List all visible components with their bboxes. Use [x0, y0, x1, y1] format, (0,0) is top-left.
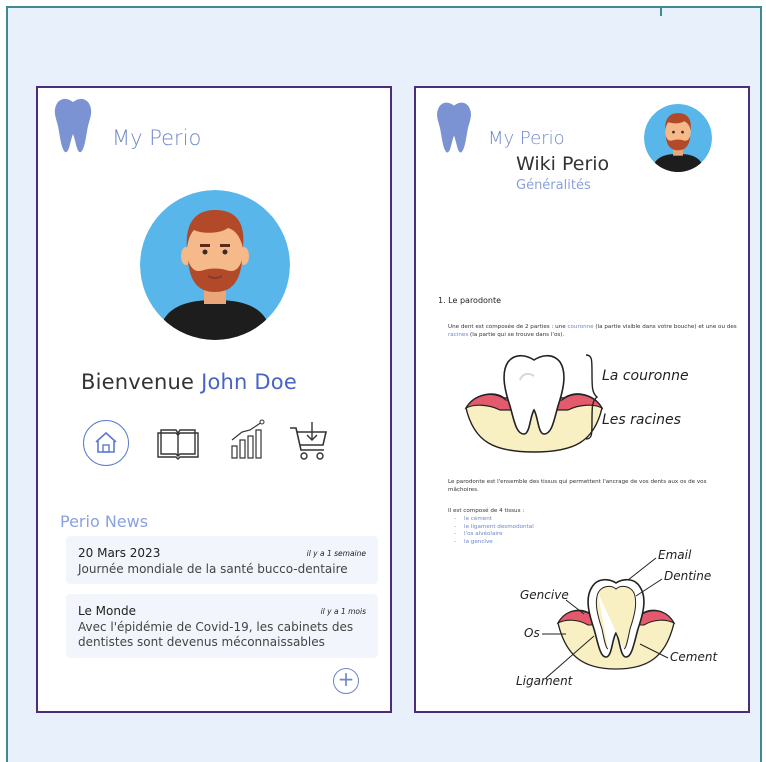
tissue-link[interactable]: le ligament desmodontal: [464, 524, 534, 532]
user-avatar[interactable]: [644, 104, 712, 172]
roots-label: Les racines: [602, 412, 681, 428]
news-headline: Avec l'épidémie de Covid-19, les cabinet…: [78, 620, 368, 650]
roots-link[interactable]: racines: [448, 332, 468, 338]
tooth-logo-icon: [437, 102, 471, 153]
intro-text: (la partie visible dans votre bouche) et…: [593, 324, 737, 330]
book-icon: [157, 429, 199, 460]
welcome-prefix: Bienvenue: [81, 370, 195, 394]
tissues-intro: Il est composé de 4 tissus :: [448, 508, 525, 514]
add-news-button[interactable]: +: [333, 668, 359, 694]
news-card[interactable]: Le Monde il y a 1 mois Avec l'épidémie d…: [66, 594, 378, 658]
news-headline-line: dentistes sont devenus méconnaissables: [78, 635, 325, 649]
tooth-anatomy-diagram: [556, 578, 676, 670]
news-time: il y a 1 mois: [320, 607, 366, 616]
chart-icon: [231, 419, 265, 459]
brand-title: My Perio: [488, 128, 565, 149]
cart-download-icon: [290, 422, 328, 460]
news-card[interactable]: 20 Mars 2023 il y a 1 semaine Journée mo…: [66, 536, 378, 584]
intro-text: Une dent est composée de 2 parties : une: [448, 324, 568, 330]
news-section-title: Perio News: [60, 512, 149, 531]
tissue-list: le cément le ligament desmodontal l'os a…: [464, 516, 534, 547]
home-icon: [95, 431, 117, 453]
wiki-screen: My Perio Wiki Perio Généralités 1. Le pa…: [414, 86, 750, 713]
news-headline-line: Avec l'épidémie de Covid-19, les cabinet…: [78, 620, 354, 634]
crown-link[interactable]: couronne: [567, 324, 593, 330]
intro-text: (la partie qui se trouve dans l'os).: [468, 332, 565, 338]
tissue-link[interactable]: l'os alvéolaire: [464, 531, 534, 539]
ligament-label: Ligament: [516, 674, 573, 688]
os-label: Os: [524, 626, 540, 640]
brand-title: My Perio: [112, 126, 202, 150]
user-avatar[interactable]: [140, 190, 290, 340]
dentine-label: Dentine: [664, 569, 712, 583]
section-heading: 1. Le parodonte: [438, 296, 502, 305]
news-time: il y a 1 semaine: [306, 549, 366, 558]
nav-home-button[interactable]: [83, 420, 129, 466]
tooth-diagram: [464, 354, 604, 453]
cement-label: Cement: [670, 650, 718, 664]
parodonte-paragraph: Le parodonte est l'ensemble des tissus q…: [448, 479, 707, 493]
nav-shop-button[interactable]: [288, 418, 334, 464]
frame-notch: [660, 8, 662, 16]
tissue-link[interactable]: la gencive: [464, 539, 534, 547]
intro-paragraph: Une dent est composée de 2 parties : une…: [448, 323, 738, 339]
wiki-subtitle: Généralités: [516, 178, 591, 193]
tissue-link[interactable]: le cément: [464, 516, 534, 524]
brace-icon: [585, 354, 598, 440]
news-source: Le Monde: [78, 604, 136, 618]
user-name: John Doe: [201, 370, 297, 394]
welcome-message: Bienvenue John Doe: [81, 370, 297, 394]
news-source: 20 Mars 2023: [78, 546, 161, 560]
gencive-label: Gencive: [520, 588, 569, 602]
email-label: Email: [658, 548, 692, 562]
news-headline: Journée mondiale de la santé bucco-denta…: [78, 562, 368, 577]
nav-wiki-button[interactable]: [155, 421, 201, 467]
crown-label: La couronne: [602, 368, 689, 384]
home-screen: My Perio Bienvenue John Doe Perio News 2…: [36, 86, 392, 713]
nav-stats-button[interactable]: [226, 418, 272, 464]
tooth-logo-icon: [54, 98, 92, 153]
wiki-title: Wiki Perio: [516, 153, 610, 175]
news-headline-line: Journée mondiale de la santé bucco-denta…: [78, 562, 348, 576]
